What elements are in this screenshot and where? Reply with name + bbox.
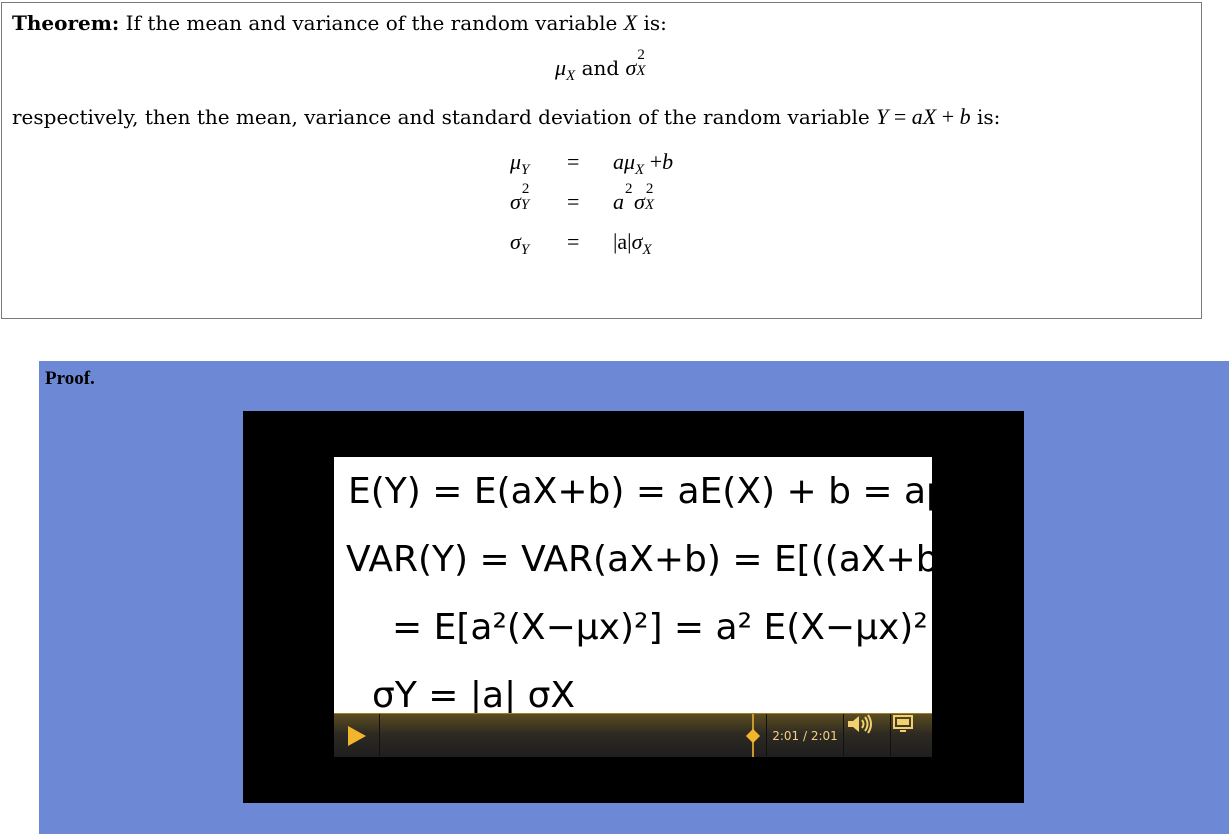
- fullscreen-icon: [893, 715, 913, 732]
- video-player[interactable]: E(Y) = E(aX+b) = aE(X) + b = aμx + b VAR…: [243, 411, 1024, 803]
- respectively-text: respectively, then the mean, variance an…: [12, 105, 877, 129]
- proof-label: Proof.: [45, 368, 95, 389]
- respectively-line: respectively, then the mean, variance an…: [12, 104, 1001, 130]
- and-text: and: [575, 56, 626, 80]
- theorem-statement: Theorem: If the mean and variance of the…: [12, 10, 667, 36]
- volume-button[interactable]: [846, 714, 891, 757]
- is-text: is:: [637, 11, 667, 35]
- sigma-symbol: σ: [625, 55, 637, 80]
- mean-variance-expression: μX and σ2X: [555, 47, 650, 85]
- time-display: 2:01 / 2:01: [766, 714, 844, 757]
- handwritten-proof: E(Y) = E(aX+b) = aE(X) + b = aμx + b VAR…: [346, 471, 932, 713]
- theorem-label: Theorem:: [12, 11, 120, 35]
- volume-icon: [848, 714, 872, 734]
- var-x: X: [623, 10, 638, 35]
- theorem-box: Theorem: If the mean and variance of the…: [1, 2, 1202, 319]
- fullscreen-button[interactable]: [892, 714, 932, 757]
- progress-bar[interactable]: [380, 714, 761, 757]
- theorem-intro: If the mean and variance of the random v…: [119, 11, 624, 35]
- mu-symbol: μ: [555, 55, 567, 80]
- play-button[interactable]: [334, 714, 380, 757]
- video-frame[interactable]: E(Y) = E(aX+b) = aE(X) + b = aμx + b VAR…: [334, 457, 932, 757]
- play-icon: [347, 726, 366, 746]
- proof-line-3: = E[a²(X−μx)²] = a² E(X−μx)² = a² σx²: [392, 607, 932, 648]
- sigma-supsub: 2X: [636, 47, 646, 79]
- proof-line-4: σY = |a| σX: [372, 675, 575, 713]
- mu-subscript: X: [566, 68, 576, 84]
- proof-line-2: VAR(Y) = VAR(aX+b) = E[((aX+b) − (aμx+b)…: [346, 539, 932, 580]
- video-controls: 2:01 / 2:01: [334, 713, 932, 757]
- progress-knob[interactable]: [745, 728, 761, 744]
- proof-line-1: E(Y) = E(aX+b) = aE(X) + b = aμx + b: [348, 471, 932, 512]
- proof-section: Proof. E(Y) = E(aX+b) = aE(X) + b = aμx …: [39, 361, 1229, 834]
